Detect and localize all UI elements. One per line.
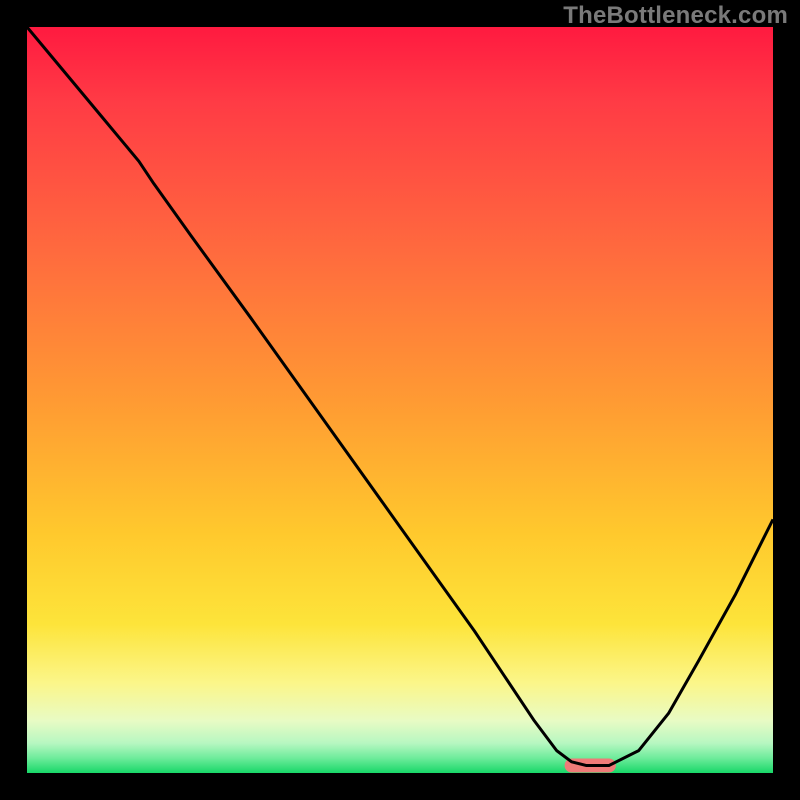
watermark-text: TheBottleneck.com [563,2,788,30]
chart-svg [27,27,773,773]
chart-container: TheBottleneck.com [0,0,800,800]
bottleneck-curve [27,27,773,766]
plot-area [27,27,773,773]
